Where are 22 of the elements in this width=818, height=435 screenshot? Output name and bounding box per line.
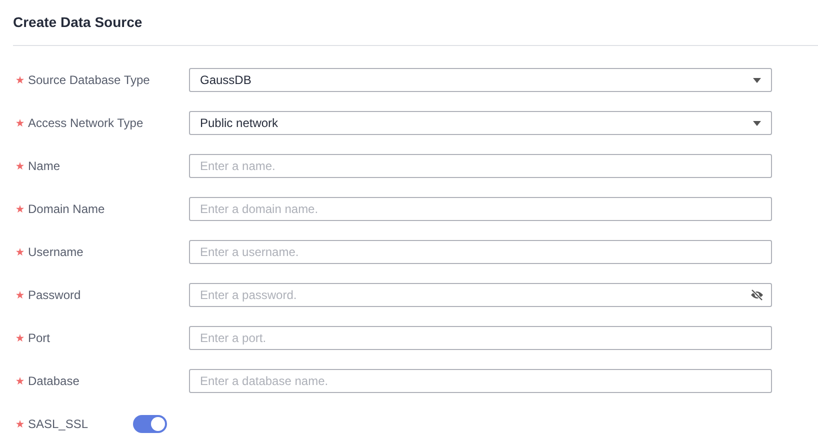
input-field[interactable]: Enter a domain name. — [189, 197, 772, 221]
field-label: Username — [28, 245, 84, 259]
field-label: Password — [28, 288, 81, 302]
field-label: Source Database Type — [28, 73, 150, 87]
input-field[interactable]: Enter a port. — [189, 326, 772, 350]
input-field[interactable]: Enter a password. — [189, 283, 772, 307]
caret-icon — [753, 78, 761, 82]
input-field[interactable]: Enter a name. — [189, 154, 772, 178]
page-title: Create Data Source — [12, 13, 144, 32]
input-field[interactable]: Enter a database name. — [189, 369, 772, 393]
field-label: SASL_SSL — [28, 417, 88, 431]
field-label: Port — [28, 331, 50, 345]
eye-hidden-icon[interactable] — [750, 289, 764, 301]
field-label: Name — [28, 159, 60, 173]
input-field[interactable]: Enter a username. — [189, 240, 772, 264]
dropdown[interactable]: Public network — [189, 111, 772, 135]
toggle-switch[interactable] — [133, 415, 167, 433]
field-label: Access Network Type — [28, 116, 144, 130]
field-label: Database — [28, 374, 80, 388]
dropdown[interactable]: GaussDB — [189, 68, 772, 92]
caret-icon — [753, 120, 761, 126]
field-label: Domain Name — [28, 202, 105, 216]
